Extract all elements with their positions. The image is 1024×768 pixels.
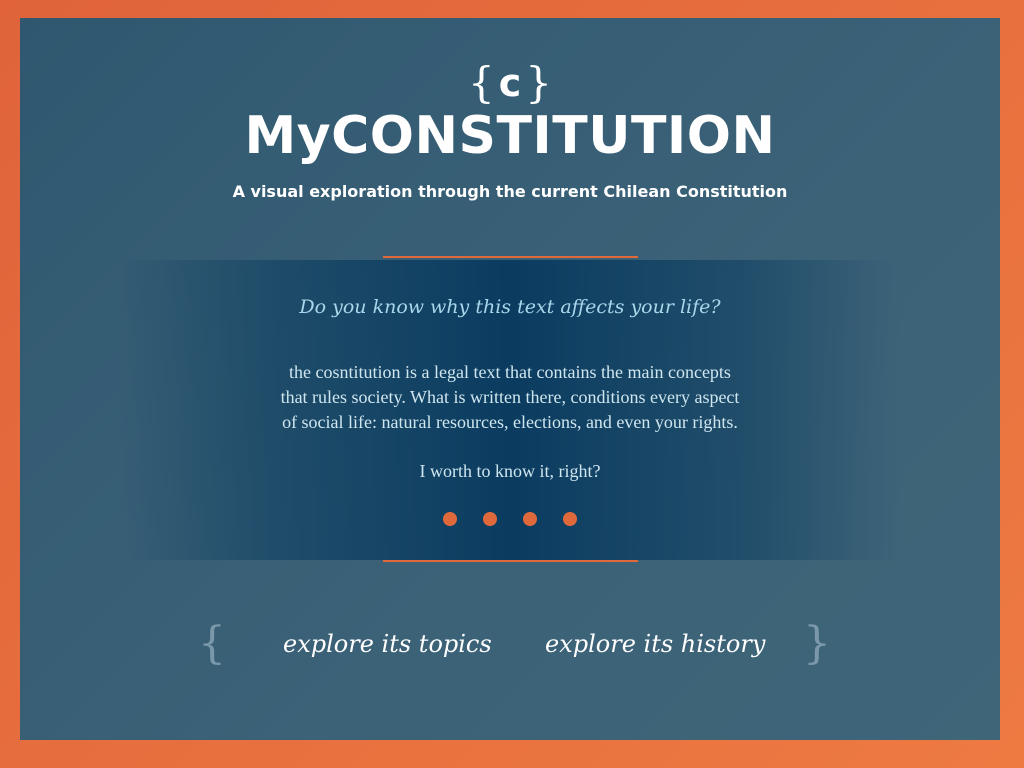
pager-dots xyxy=(20,512,1000,526)
logo-close-brace: } xyxy=(525,58,552,107)
bottom-divider xyxy=(383,560,638,562)
top-divider xyxy=(383,256,638,258)
page-subtitle: A visual exploration through the current… xyxy=(232,182,788,201)
intro-paragraph-line: the cosntitution is a legal text that co… xyxy=(289,362,731,382)
explore-history-link[interactable]: explore its history xyxy=(545,630,765,658)
pager-dot-3[interactable] xyxy=(523,512,537,526)
page-title: MyCONSTITUTION xyxy=(244,106,776,166)
pager-dot-2[interactable] xyxy=(483,512,497,526)
logo: {c} xyxy=(20,58,1000,107)
pager-dot-4[interactable] xyxy=(563,512,577,526)
intro-paragraph-line: that rules society. What is written ther… xyxy=(280,387,740,407)
nav-open-brace: { xyxy=(198,618,226,669)
pager-dot-1[interactable] xyxy=(443,512,457,526)
logo-letter: c xyxy=(498,60,522,105)
main-panel: {c} MyCONSTITUTION A visual exploration … xyxy=(20,18,1000,740)
nav-close-brace: } xyxy=(803,618,831,669)
intro-cta: I worth to know it, right? xyxy=(419,461,601,481)
intro-question: Do you know why this text affects your l… xyxy=(299,296,721,318)
intro-paragraph-line: of social life: natural resources, elect… xyxy=(282,412,738,432)
explore-topics-link[interactable]: explore its topics xyxy=(283,630,492,658)
intro-paragraph: the cosntitution is a legal text that co… xyxy=(210,360,810,435)
logo-open-brace: { xyxy=(468,58,495,107)
